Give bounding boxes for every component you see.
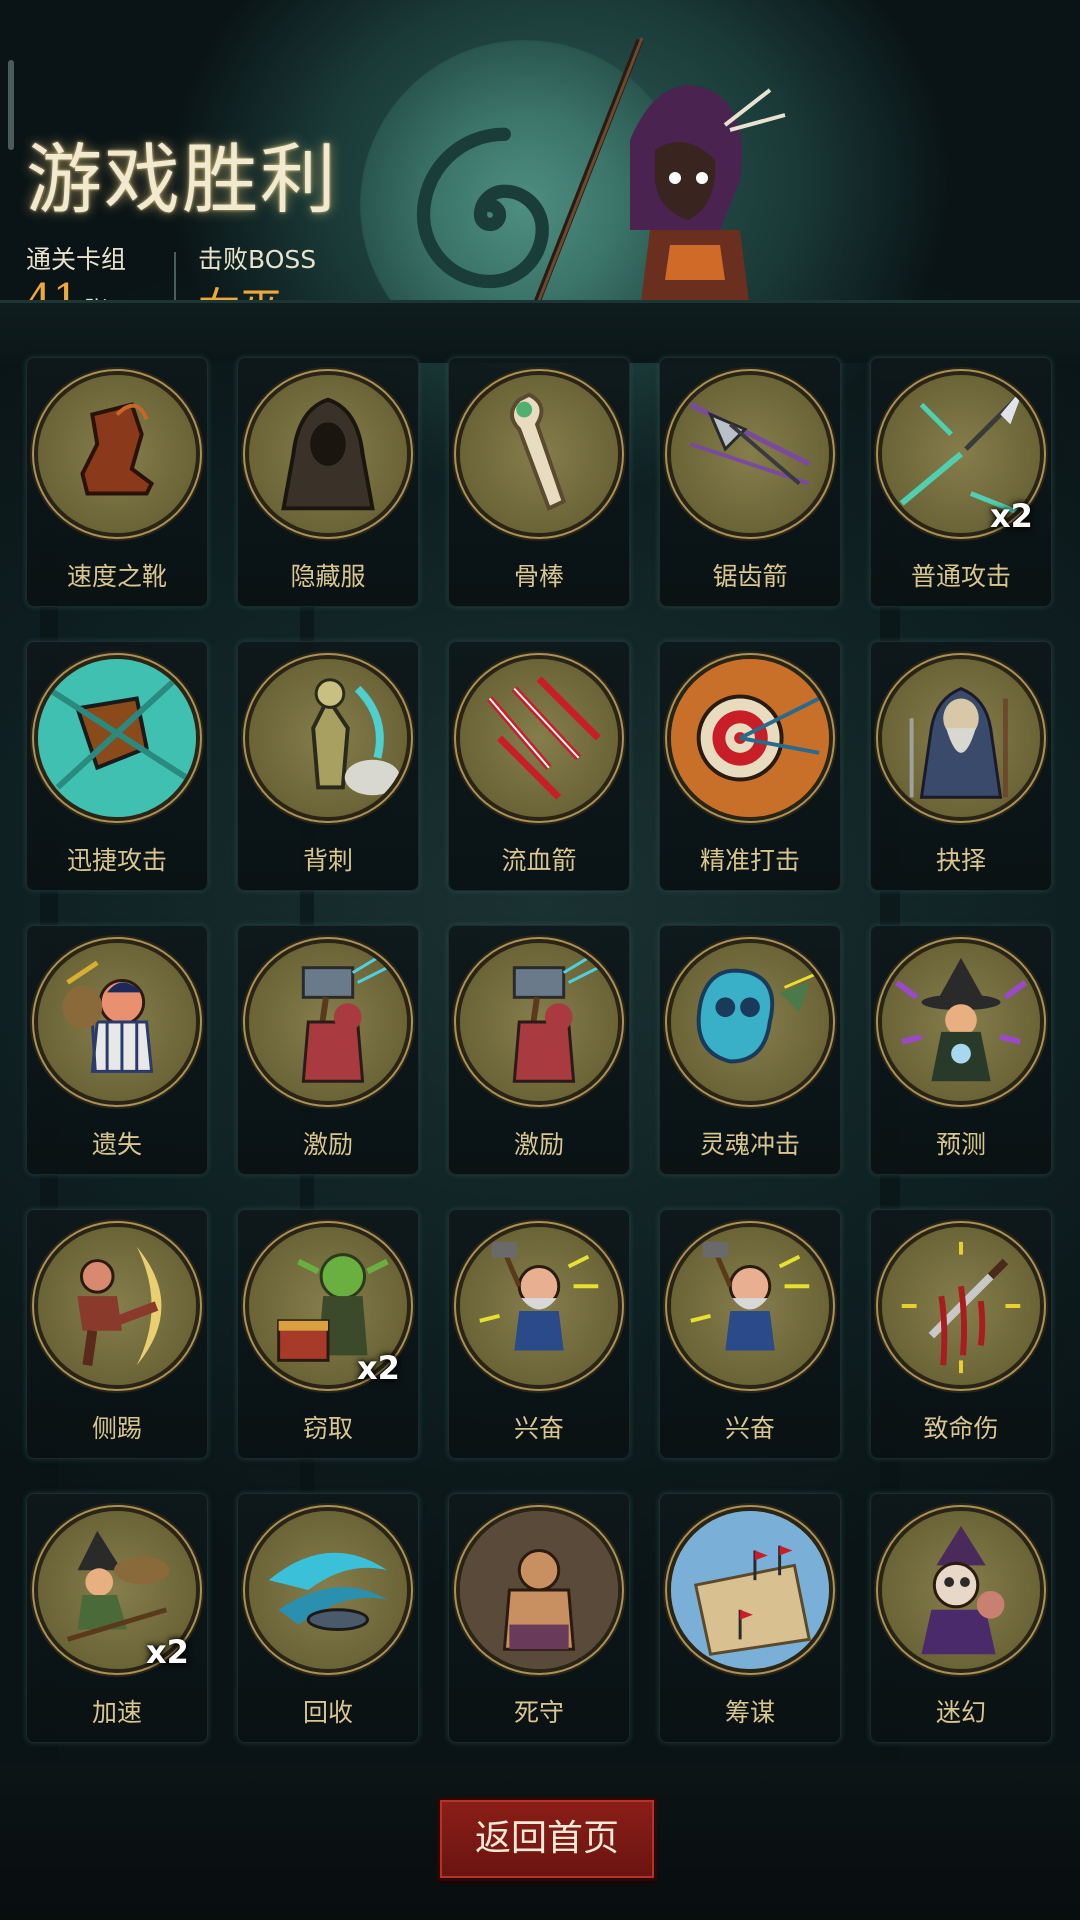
boss-label: 击败BOSS	[198, 245, 317, 274]
card[interactable]: 窃取 x2	[237, 1209, 419, 1459]
card-label: 锯齿箭	[712, 562, 788, 591]
boot-icon	[38, 375, 196, 533]
card[interactable]: 预测	[870, 925, 1052, 1175]
card[interactable]: 回收	[237, 1493, 419, 1743]
card-count-badge: x2	[990, 497, 1033, 535]
page-title: 游戏胜利	[26, 135, 338, 224]
card-count-badge: x2	[357, 1349, 400, 1387]
card[interactable]: 速度之靴	[26, 357, 208, 607]
card[interactable]: 死守	[448, 1493, 630, 1743]
card[interactable]: 遗失	[26, 925, 208, 1175]
ground-ridge	[0, 300, 1080, 363]
card-label: 激励	[302, 1130, 353, 1159]
witch-crystal-icon	[882, 943, 1040, 1101]
card[interactable]: 激励	[448, 925, 630, 1175]
serrated-arrow-icon	[671, 375, 829, 533]
soul-skull-icon	[671, 943, 829, 1101]
card[interactable]: 背刺	[237, 641, 419, 891]
card-label: 侧踢	[91, 1414, 142, 1443]
card-label: 迷幻	[935, 1698, 986, 1727]
card-label: 兴奋	[513, 1414, 564, 1443]
victory-header: 游戏胜利 通关卡组 41 张 击败BOSS 女巫	[0, 0, 1080, 370]
card[interactable]: 普通攻击 x2	[870, 357, 1052, 607]
card[interactable]: 兴奋	[659, 1209, 841, 1459]
dagger-blood-icon	[882, 1227, 1040, 1385]
card-label: 抉择	[935, 846, 986, 875]
map-flags-icon	[671, 1511, 829, 1669]
card[interactable]: 筹谋	[659, 1493, 841, 1743]
card-label: 精准打击	[699, 846, 800, 875]
card[interactable]: 隐藏服	[237, 357, 419, 607]
hammer-warrior-icon	[460, 943, 618, 1101]
card[interactable]: 兴奋	[448, 1209, 630, 1459]
excited-dwarf-icon	[460, 1227, 618, 1385]
old-wizard-icon	[882, 659, 1040, 817]
swift-axe-icon	[38, 659, 196, 817]
hooded-cloak-icon	[249, 375, 407, 533]
card-label: 回收	[302, 1698, 353, 1727]
card-label: 灵魂冲击	[699, 1130, 800, 1159]
card-label: 加速	[91, 1698, 142, 1727]
scrollbar[interactable]	[8, 60, 14, 150]
card-label: 迅捷攻击	[66, 846, 167, 875]
backstab-icon	[249, 659, 407, 817]
card[interactable]: 侧踢	[26, 1209, 208, 1459]
card[interactable]: 骨棒	[448, 357, 630, 607]
card-label: 遗失	[91, 1130, 142, 1159]
card-label: 筹谋	[724, 1698, 775, 1727]
bleeding-arrows-icon	[460, 659, 618, 817]
card[interactable]: 激励	[237, 925, 419, 1175]
excited-dwarf-icon	[671, 1227, 829, 1385]
card-label: 预测	[935, 1130, 986, 1159]
bone-club-icon	[460, 375, 618, 533]
card[interactable]: 致命伤	[870, 1209, 1052, 1459]
card-label: 速度之靴	[66, 562, 167, 591]
card[interactable]: 灵魂冲击	[659, 925, 841, 1175]
card-count-badge: x2	[146, 1633, 189, 1671]
card-label: 普通攻击	[910, 562, 1011, 591]
card[interactable]: 抉择	[870, 641, 1052, 891]
target-icon	[671, 659, 829, 817]
card-label: 致命伤	[923, 1414, 999, 1443]
card[interactable]: 锯齿箭	[659, 357, 841, 607]
card-label: 死守	[513, 1698, 564, 1727]
return-home-button[interactable]: 返回首页	[437, 1797, 657, 1881]
card-label: 兴奋	[724, 1414, 775, 1443]
card[interactable]: 精准打击	[659, 641, 841, 891]
defender-icon	[460, 1511, 618, 1669]
illusion-witch-icon	[882, 1511, 1040, 1669]
card-label: 骨棒	[513, 562, 564, 591]
card[interactable]: 迷幻	[870, 1493, 1052, 1743]
card-label: 背刺	[302, 846, 353, 875]
thief-icon	[38, 943, 196, 1101]
recycle-blade-icon	[249, 1511, 407, 1669]
card[interactable]: 流血箭	[448, 641, 630, 891]
deck-label: 通关卡组	[26, 245, 127, 274]
card-label: 流血箭	[501, 846, 577, 875]
card-label: 窃取	[302, 1414, 353, 1443]
card[interactable]: 迅捷攻击	[26, 641, 208, 891]
card-label: 激励	[513, 1130, 564, 1159]
side-kick-icon	[38, 1227, 196, 1385]
card[interactable]: 加速 x2	[26, 1493, 208, 1743]
hammer-warrior-icon	[249, 943, 407, 1101]
card-label: 隐藏服	[290, 562, 366, 591]
